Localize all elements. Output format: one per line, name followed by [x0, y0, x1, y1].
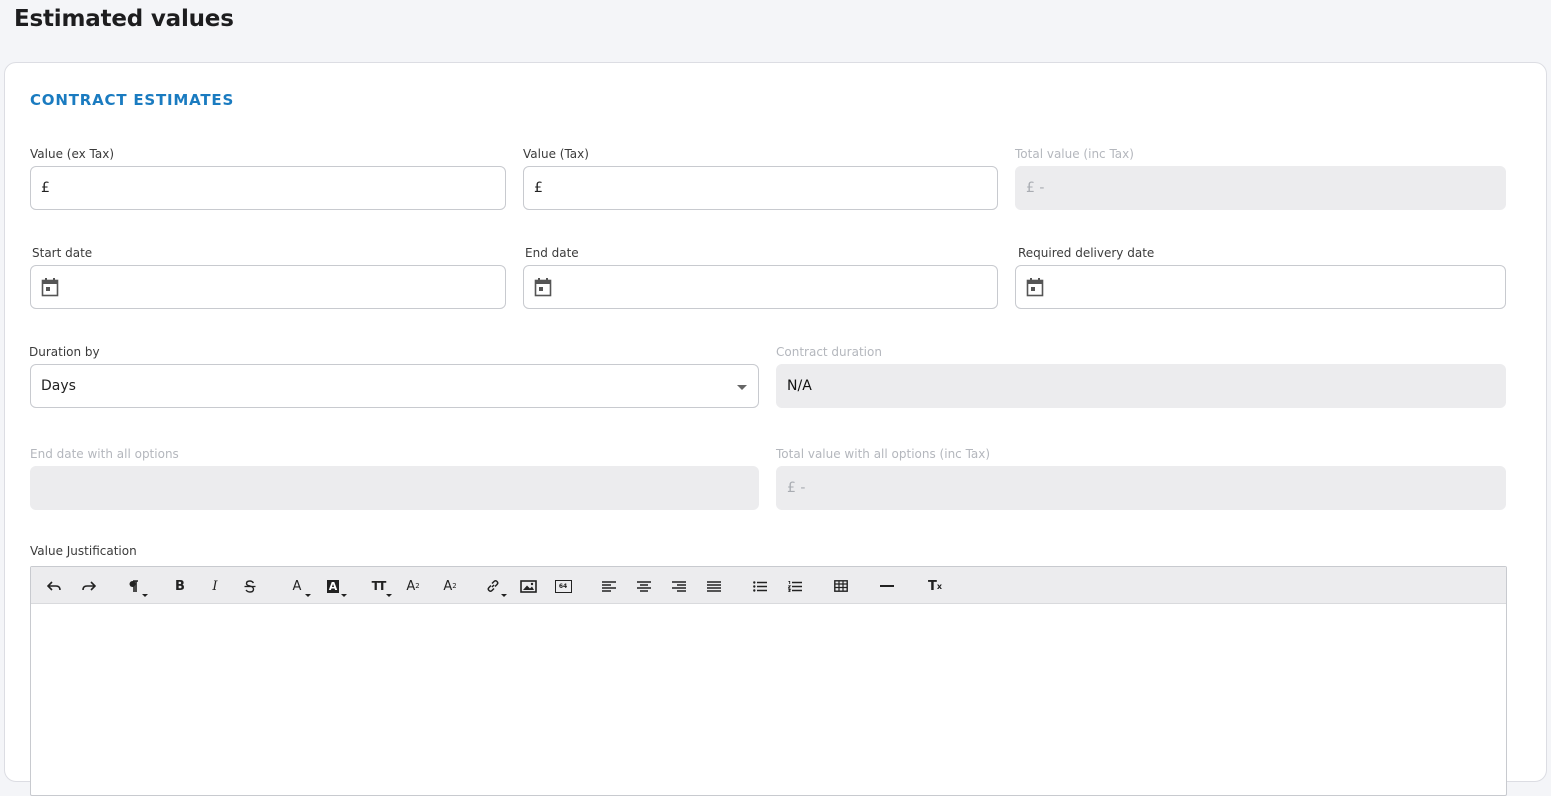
calendar-icon[interactable]	[41, 277, 59, 297]
value-tax-value: £	[534, 180, 543, 196]
calendar-icon[interactable]	[1026, 277, 1044, 297]
value-tax-input[interactable]: £	[523, 166, 998, 210]
value-ex-tax-label: Value (ex Tax)	[30, 147, 115, 161]
subscript-icon[interactable]: A2	[439, 576, 461, 596]
end-date-all-options-label: End date with all options	[30, 447, 179, 461]
duration-by-value: Days	[41, 378, 76, 394]
horizontal-rule-icon[interactable]	[876, 576, 898, 596]
start-date-input[interactable]	[30, 265, 506, 309]
start-date-label: Start date	[32, 246, 93, 260]
strikethrough-icon[interactable]	[239, 576, 261, 596]
align-center-icon[interactable]	[633, 576, 655, 596]
bold-icon[interactable]: B	[169, 576, 191, 596]
value-ex-tax-value: £	[41, 180, 50, 196]
contract-duration-value: N/A	[787, 378, 812, 394]
paragraph-format-icon[interactable]	[123, 576, 148, 597]
text-color-icon[interactable]: A	[286, 576, 311, 597]
caret-icon	[386, 594, 392, 597]
base64-image-icon[interactable]: 64	[552, 576, 574, 596]
end-date-input[interactable]	[523, 265, 998, 309]
required-delivery-date-label: Required delivery date	[1018, 246, 1155, 260]
redo-icon[interactable]	[78, 576, 100, 596]
align-right-icon[interactable]	[668, 576, 690, 596]
total-value-all-options-label: Total value with all options (inc Tax)	[776, 447, 991, 461]
section-title: CONTRACT ESTIMATES	[30, 91, 235, 109]
bullet-list-icon[interactable]	[749, 576, 771, 596]
contract-duration-field: N/A	[776, 364, 1506, 408]
contract-duration-label: Contract duration	[776, 345, 882, 359]
superscript-icon[interactable]: A2	[402, 576, 424, 596]
required-delivery-date-input[interactable]	[1015, 265, 1506, 309]
total-value-field: £ -	[1015, 166, 1506, 210]
clear-format-icon[interactable]: Tx	[924, 576, 946, 596]
align-justify-icon[interactable]	[703, 576, 725, 596]
duration-by-label: Duration by	[29, 345, 100, 359]
value-ex-tax-input[interactable]: £	[30, 166, 506, 210]
table-icon[interactable]	[830, 576, 852, 596]
contract-estimates-card: CONTRACT ESTIMATES Value (ex Tax) £ Valu…	[4, 62, 1547, 796]
editor-toolbar: B I A A TT A2 A2 64 T x	[31, 567, 1506, 604]
caret-icon	[501, 594, 507, 597]
total-value-value: £ -	[1026, 180, 1045, 196]
background-color-icon[interactable]: A	[322, 576, 347, 597]
italic-icon[interactable]: I	[204, 576, 226, 596]
end-date-label: End date	[525, 246, 579, 260]
font-size-icon[interactable]: TT	[367, 576, 392, 597]
total-value-all-options-value: £ -	[787, 480, 806, 496]
value-justification-label: Value Justification	[30, 544, 137, 558]
caret-icon	[305, 594, 311, 597]
chevron-down-icon[interactable]	[737, 385, 747, 390]
duration-by-select[interactable]: Days	[30, 364, 759, 408]
value-justification-editor[interactable]: B I A A TT A2 A2 64 T x	[30, 566, 1507, 796]
page-title: Estimated values	[14, 6, 234, 32]
image-icon[interactable]	[517, 576, 539, 596]
total-value-all-options-field: £ -	[776, 466, 1506, 510]
numbered-list-icon[interactable]	[784, 576, 806, 596]
value-tax-label: Value (Tax)	[523, 147, 589, 161]
editor-content-area[interactable]	[31, 604, 1506, 794]
align-left-icon[interactable]	[598, 576, 620, 596]
caret-icon	[341, 594, 347, 597]
total-value-label: Total value (inc Tax)	[1015, 147, 1134, 161]
link-icon[interactable]	[482, 576, 507, 597]
end-date-all-options-field	[30, 466, 759, 510]
calendar-icon[interactable]	[534, 277, 552, 297]
caret-icon	[142, 594, 148, 597]
undo-icon[interactable]	[43, 576, 65, 596]
